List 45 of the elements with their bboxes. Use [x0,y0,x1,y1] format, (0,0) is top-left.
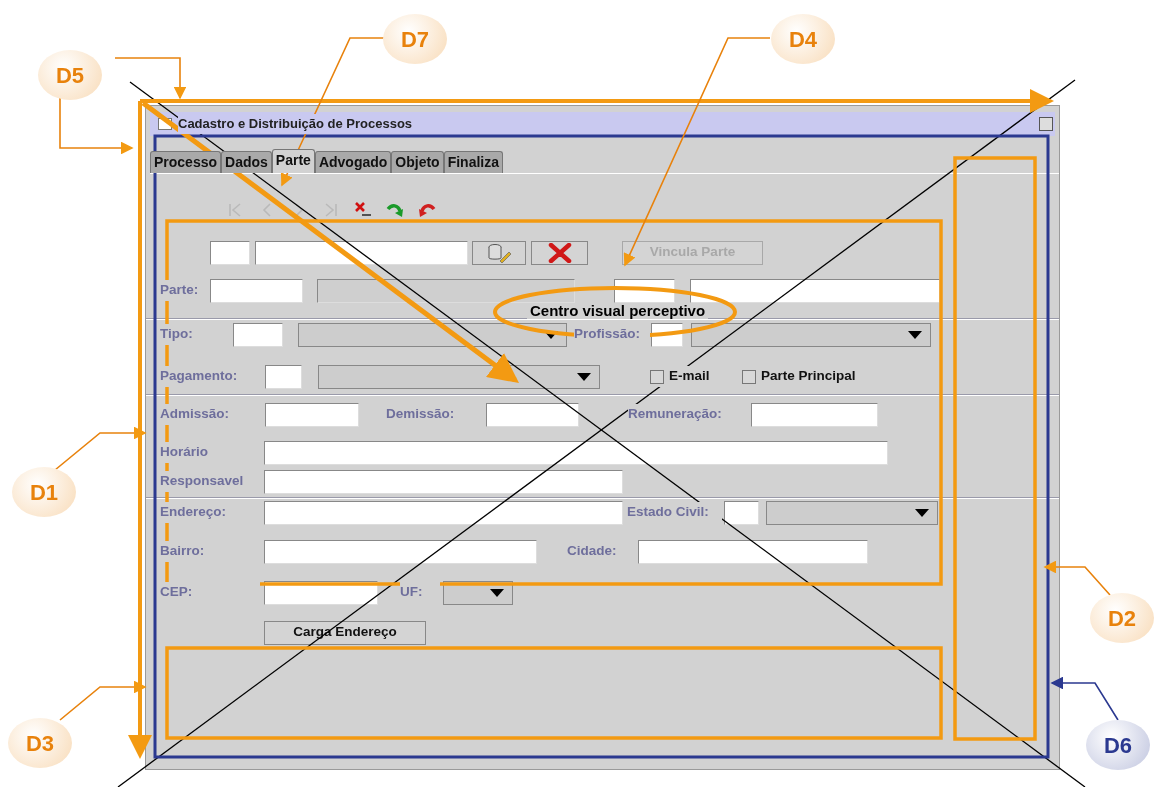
focus-label: Centro visual perceptivo [527,303,709,319]
tab[interactable]: Objeto [391,151,444,173]
callout-label: D1 [12,467,76,517]
caret-icon [908,330,922,339]
text-field[interactable] [255,240,468,265]
text-field[interactable] [690,278,940,303]
tab[interactable]: Processo [150,151,222,173]
curved-arrow-right-icon[interactable] [386,201,404,219]
text-field[interactable] [264,539,537,564]
caret-icon [490,588,504,597]
callout-label: D6 [1086,720,1150,770]
field-label: Estado Civil: [627,502,722,523]
text-field[interactable] [751,402,878,427]
callout-label: D3 [8,718,72,768]
lookup-button[interactable] [472,240,526,265]
x-icon [547,242,572,263]
x-minus-icon[interactable] [354,201,372,219]
callout-label: D2 [1090,593,1154,643]
tab[interactable]: Parte [271,149,315,173]
leader-line [1043,560,1111,596]
curved-arrow-left-icon[interactable] [418,201,436,219]
callout-label: D4 [771,14,835,64]
text-field[interactable] [265,364,302,389]
text-field[interactable] [724,500,759,525]
text-field[interactable] [638,539,868,564]
text-field[interactable] [264,440,888,465]
text-field[interactable] [264,500,623,525]
database-pencil-icon [487,242,511,263]
text-field[interactable] [265,402,359,427]
delete-button[interactable] [531,240,588,265]
tab[interactable]: Finaliza [443,151,504,173]
tab[interactable]: Dados [221,151,272,173]
window-title: Cadastro e Distribuição de Processos [178,114,413,134]
text-field[interactable] [210,278,303,303]
caret-icon [577,372,591,381]
callout-label: D5 [38,50,102,100]
text-field[interactable] [264,469,623,494]
text-field[interactable] [486,402,579,427]
leader-line [1050,676,1119,721]
text-field[interactable] [210,240,250,265]
text-field[interactable] [233,322,283,347]
tab[interactable]: Advogado [314,151,392,173]
callout-label: D7 [383,14,447,64]
caret-icon [915,508,929,517]
close-icon[interactable] [1039,117,1053,131]
